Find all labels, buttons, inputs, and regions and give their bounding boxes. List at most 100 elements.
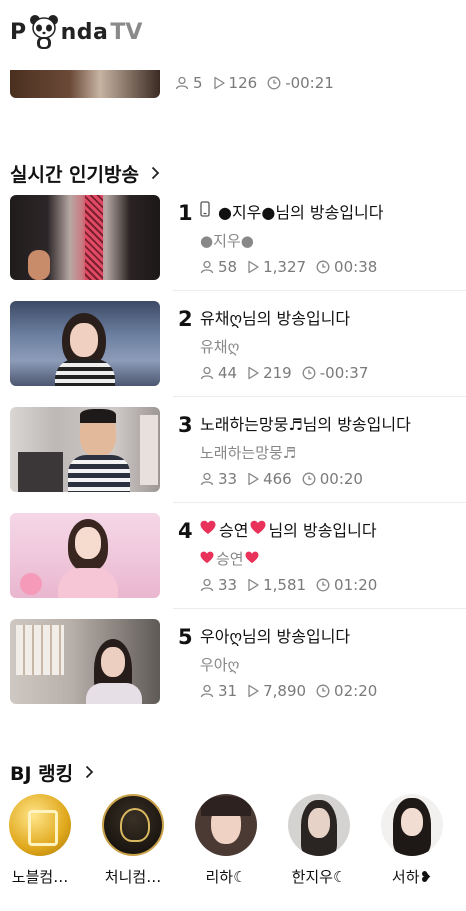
heart-icon: [200, 520, 216, 539]
clock-icon: [302, 472, 316, 486]
plays: 1,581: [247, 576, 306, 594]
duration: -00:21: [267, 74, 334, 92]
heart-icon: [245, 550, 259, 568]
ranking-item[interactable]: 서하❥: [372, 794, 452, 887]
viewers: 58: [200, 258, 237, 276]
rank-number: 4: [178, 519, 193, 543]
plays: 7,890: [247, 682, 306, 700]
top-stream-item[interactable]: 5 126 -00:21: [10, 70, 466, 98]
ranking-item[interactable]: 리하☾: [186, 794, 266, 887]
clock-icon: [316, 578, 330, 592]
ranking-name: 리하☾: [205, 868, 247, 886]
stream-stats: 33 1,581 01:20: [200, 576, 387, 594]
rank-number: 3: [178, 413, 193, 437]
bj-ranking-header[interactable]: BJ 랭킹: [10, 759, 94, 786]
play-icon: [248, 472, 259, 486]
popular-section-header[interactable]: 실시간 인기방송: [10, 160, 160, 187]
stream-stats: 58 1,327 00:38: [200, 258, 387, 276]
avatar[interactable]: [288, 794, 350, 856]
stream-stats: 5 126 -00:21: [175, 74, 344, 92]
avatar[interactable]: [195, 794, 257, 856]
rank-number: 2: [178, 307, 193, 331]
list-item[interactable]: 5 우아ღ님의 방송입니다 우아ღ 31 7,890 02:20: [10, 619, 466, 726]
ranking-name: 노블컴…: [11, 868, 69, 886]
user-icon: [200, 472, 214, 486]
heart-icon: [250, 520, 266, 539]
stream-title[interactable]: 노래하는망뭉♬님의 방송입니다: [200, 411, 411, 435]
section-title: BJ 랭킹: [10, 763, 74, 785]
chevron-right-icon[interactable]: [151, 163, 160, 185]
viewers: 44: [200, 364, 237, 382]
stream-title[interactable]: 유채ღ님의 방송입니다: [200, 305, 350, 329]
plays: 1,327: [247, 258, 306, 276]
stream-stats: 44 219 -00:37: [200, 364, 378, 382]
pandatv-logo[interactable]: P nda TV: [10, 10, 142, 54]
duration: 02:20: [316, 682, 377, 700]
ranking-item[interactable]: 처니컴…: [93, 794, 173, 887]
stream-thumbnail[interactable]: [10, 407, 160, 492]
stream-thumbnail[interactable]: [10, 301, 160, 386]
viewers: 5: [175, 74, 203, 92]
ranking-name: 처니컴…: [104, 868, 162, 886]
rank-number: 5: [178, 625, 193, 649]
stream-title[interactable]: 승연 님의 방송입니다: [200, 517, 377, 541]
list-item[interactable]: 2 유채ღ님의 방송입니다 유채ღ 44 219 -00:37: [10, 301, 466, 408]
stream-thumbnail[interactable]: [10, 513, 160, 598]
stream-stats: 33 466 00:20: [200, 470, 373, 488]
play-icon: [248, 366, 259, 380]
section-title: 실시간 인기방송: [10, 164, 139, 186]
duration: 01:20: [316, 576, 377, 594]
divider: [173, 502, 466, 503]
avatar[interactable]: [9, 794, 71, 856]
user-icon: [175, 76, 189, 90]
divider: [173, 290, 466, 291]
streamer-nickname[interactable]: 승연: [200, 548, 259, 569]
plays: 126: [213, 74, 257, 92]
avatar[interactable]: [102, 794, 164, 856]
clock-icon: [302, 366, 316, 380]
panda-icon: [29, 13, 59, 51]
logo-tv: TV: [110, 19, 143, 45]
plays: 219: [247, 364, 292, 382]
divider: [173, 396, 466, 397]
stream-title[interactable]: ●지우●님의 방송입니다: [200, 199, 384, 223]
play-icon: [248, 260, 259, 274]
streamer-nickname[interactable]: ●지우●: [200, 230, 254, 251]
user-icon: [200, 366, 214, 380]
streamer-nickname[interactable]: 유채ღ: [200, 336, 239, 357]
logo-text: nda: [60, 19, 109, 45]
ranking-item[interactable]: 노블컴…: [0, 794, 80, 887]
viewers: 33: [200, 470, 237, 488]
mobile-icon: [200, 201, 210, 221]
play-icon: [248, 684, 259, 698]
streamer-nickname[interactable]: 노래하는망뭉♬: [200, 442, 296, 463]
stream-thumbnail[interactable]: [10, 70, 160, 98]
duration: 00:38: [316, 258, 377, 276]
stream-title[interactable]: 우아ღ님의 방송입니다: [200, 623, 350, 647]
user-icon: [200, 578, 214, 592]
avatar[interactable]: [381, 794, 443, 856]
stream-stats: 31 7,890 02:20: [200, 682, 387, 700]
ranking-name: 한지우☾: [291, 868, 347, 886]
viewers: 33: [200, 576, 237, 594]
bj-ranking-list: 노블컴… 처니컴… 리하☾ 한지우☾ 서하❥: [0, 794, 466, 911]
duration: -00:37: [302, 364, 368, 382]
duration: 00:20: [302, 470, 363, 488]
ranking-item[interactable]: 한지우☾: [279, 794, 359, 887]
streamer-nickname[interactable]: 우아ღ: [200, 654, 239, 675]
clock-icon: [316, 260, 330, 274]
stream-thumbnail[interactable]: [10, 195, 160, 280]
list-item[interactable]: 4 승연 님의 방송입니다 승연 33 1,581 01:20: [10, 513, 466, 620]
clock-icon: [316, 684, 330, 698]
list-item[interactable]: 3 노래하는망뭉♬님의 방송입니다 노래하는망뭉♬ 33 466 00:20: [10, 407, 466, 514]
play-icon: [213, 76, 225, 90]
heart-icon: [200, 550, 214, 568]
play-icon: [248, 578, 259, 592]
divider: [173, 608, 466, 609]
stream-thumbnail[interactable]: [10, 619, 160, 704]
user-icon: [200, 260, 214, 274]
list-item[interactable]: 1 ●지우●님의 방송입니다 ●지우● 58 1,327 00:38: [10, 195, 466, 302]
chevron-right-icon[interactable]: [85, 762, 94, 784]
clock-icon: [267, 76, 281, 90]
rank-number: 1: [178, 201, 193, 225]
